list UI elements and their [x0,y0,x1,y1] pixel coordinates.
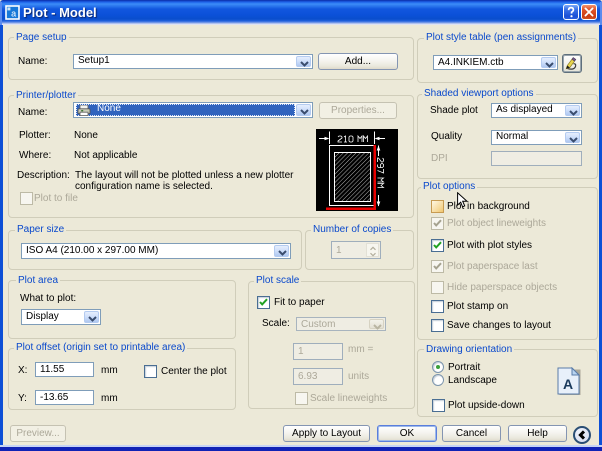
svg-text:A: A [563,376,573,392]
svg-text:a: a [11,9,16,19]
